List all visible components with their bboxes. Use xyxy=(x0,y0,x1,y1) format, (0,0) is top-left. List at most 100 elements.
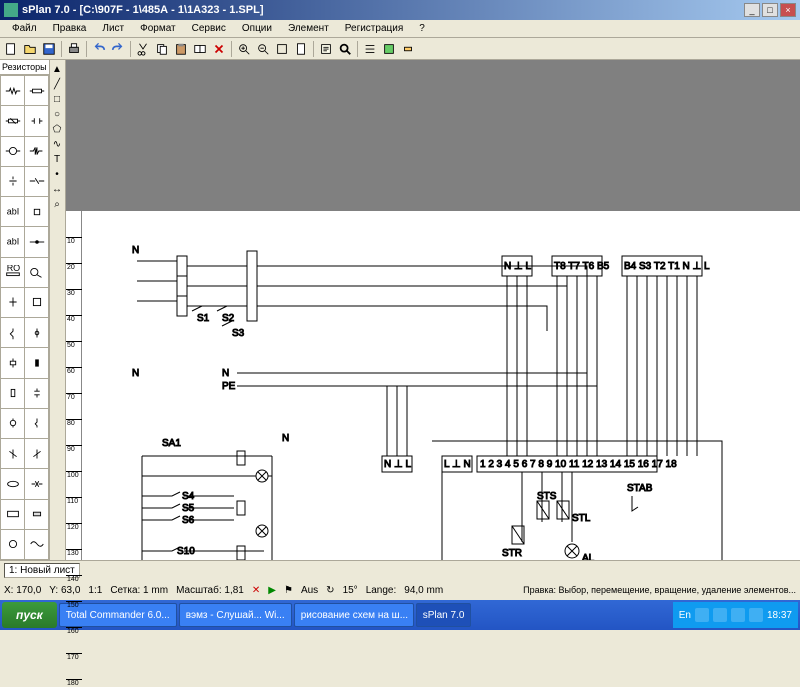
palette-item[interactable] xyxy=(1,288,24,317)
properties-icon[interactable] xyxy=(317,40,335,58)
library-icon[interactable] xyxy=(380,40,398,58)
print-icon[interactable] xyxy=(65,40,83,58)
search-icon[interactable] xyxy=(336,40,354,58)
palette-item[interactable] xyxy=(1,379,24,408)
palette-item[interactable] xyxy=(25,288,48,317)
palette-item[interactable] xyxy=(25,227,48,256)
svg-text:abI: abI xyxy=(6,206,19,216)
paste-icon[interactable] xyxy=(172,40,190,58)
save-icon[interactable] xyxy=(40,40,58,58)
palette-item[interactable] xyxy=(1,318,24,347)
svg-text:S3: S3 xyxy=(232,328,245,339)
palette-item[interactable]: abI xyxy=(1,227,24,256)
zoom-page-icon[interactable] xyxy=(292,40,310,58)
component-icon[interactable] xyxy=(399,40,417,58)
menu-sheet[interactable]: Лист xyxy=(94,23,132,34)
palette-item[interactable] xyxy=(1,137,24,166)
menu-file[interactable]: Файл xyxy=(4,23,45,34)
delete-icon[interactable] xyxy=(210,40,228,58)
open-file-icon[interactable] xyxy=(21,40,39,58)
palette-item[interactable] xyxy=(1,348,24,377)
palette-item[interactable]: RO xyxy=(1,258,24,287)
menu-element[interactable]: Элемент xyxy=(280,23,337,34)
text-tool-icon[interactable]: T xyxy=(50,152,64,166)
clock: 18:37 xyxy=(767,610,792,621)
component-palette: Резисторы abI abI RO xyxy=(0,60,50,560)
palette-item[interactable] xyxy=(25,76,48,105)
copy-icon[interactable] xyxy=(153,40,171,58)
minimize-button[interactable]: _ xyxy=(744,3,760,17)
circle-tool-icon[interactable]: ○ xyxy=(50,107,64,121)
poly-tool-icon[interactable]: ⬠ xyxy=(50,122,64,136)
palette-item[interactable] xyxy=(25,318,48,347)
coord-x: X: 170,0 xyxy=(4,585,41,596)
palette-item[interactable] xyxy=(1,439,24,468)
palette-item[interactable] xyxy=(25,258,48,287)
tray-icon[interactable] xyxy=(713,608,727,622)
drawing-canvas[interactable]: N S1 S2 S3 N N PE SA xyxy=(82,211,800,560)
app-icon xyxy=(4,3,18,17)
palette-item[interactable] xyxy=(25,439,48,468)
dimension-tool-icon[interactable]: ↔ xyxy=(50,182,64,196)
menu-help[interactable]: ? xyxy=(411,23,433,34)
node-tool-icon[interactable]: • xyxy=(50,167,64,181)
menu-format[interactable]: Формат xyxy=(132,23,184,34)
palette-item[interactable] xyxy=(1,409,24,438)
redo-icon[interactable] xyxy=(109,40,127,58)
zoom-out-icon[interactable] xyxy=(254,40,272,58)
tray-icon[interactable] xyxy=(749,608,763,622)
scale-label: 1:1 xyxy=(88,585,102,596)
menu-service[interactable]: Сервис xyxy=(184,23,234,34)
zoom-tool-icon[interactable]: ⌕ xyxy=(50,197,64,211)
aus-label: Aus xyxy=(301,585,318,596)
rect-tool-icon[interactable]: □ xyxy=(50,92,64,106)
tray-icon[interactable] xyxy=(731,608,745,622)
palette-item[interactable] xyxy=(25,469,48,498)
menu-registration[interactable]: Регистрация xyxy=(337,23,411,34)
palette-tab[interactable]: Резисторы xyxy=(0,60,49,75)
palette-item[interactable] xyxy=(25,348,48,377)
palette-item[interactable] xyxy=(25,500,48,529)
palette-item[interactable] xyxy=(25,409,48,438)
maximize-button[interactable]: □ xyxy=(762,3,778,17)
component-list-icon[interactable] xyxy=(361,40,379,58)
menu-bar: Файл Правка Лист Формат Сервис Опции Эле… xyxy=(0,20,800,38)
palette-item[interactable] xyxy=(1,469,24,498)
palette-item[interactable] xyxy=(25,167,48,196)
palette-item[interactable] xyxy=(1,500,24,529)
language-indicator[interactable]: En xyxy=(679,610,691,621)
duplicate-icon[interactable] xyxy=(191,40,209,58)
undo-icon[interactable] xyxy=(90,40,108,58)
cut-icon[interactable] xyxy=(134,40,152,58)
curve-tool-icon[interactable]: ∿ xyxy=(50,137,64,151)
menu-edit[interactable]: Правка xyxy=(45,23,95,34)
new-file-icon[interactable] xyxy=(2,40,20,58)
system-tray: En 18:37 xyxy=(673,602,798,628)
palette-item[interactable] xyxy=(1,530,24,559)
tray-icon[interactable] xyxy=(695,608,709,622)
palette-item[interactable] xyxy=(25,530,48,559)
palette-item[interactable]: abI xyxy=(1,197,24,226)
palette-item[interactable] xyxy=(25,137,48,166)
palette-item[interactable] xyxy=(1,76,24,105)
snap-flag-icon[interactable]: ⚑ xyxy=(284,585,293,596)
pointer-tool-icon[interactable]: ▲ xyxy=(50,62,64,76)
menu-options[interactable]: Опции xyxy=(234,23,280,34)
svg-text:SA1: SA1 xyxy=(162,438,181,449)
palette-item[interactable] xyxy=(25,197,48,226)
zoom-fit-icon[interactable] xyxy=(273,40,291,58)
taskbar-item[interactable]: рисование схем на ш... xyxy=(294,603,414,627)
start-button[interactable]: пуск xyxy=(2,602,57,628)
zoom-in-icon[interactable] xyxy=(235,40,253,58)
close-button[interactable]: × xyxy=(780,3,796,17)
line-tool-icon[interactable]: ╱ xyxy=(50,77,64,91)
palette-item[interactable] xyxy=(25,106,48,135)
rotate-icon[interactable]: ↻ xyxy=(326,585,334,596)
taskbar-item[interactable]: вэмз - Слушай... Wi... xyxy=(179,603,292,627)
palette-item[interactable] xyxy=(25,379,48,408)
taskbar-item[interactable]: sPlan 7.0 xyxy=(416,603,472,627)
schematic-drawing: N S1 S2 S3 N N PE SA xyxy=(82,211,800,560)
title-bar: sPlan 7.0 - [C:\907F - 1\485А - 1\1А323 … xyxy=(0,0,800,20)
palette-item[interactable] xyxy=(1,106,24,135)
palette-item[interactable] xyxy=(1,167,24,196)
